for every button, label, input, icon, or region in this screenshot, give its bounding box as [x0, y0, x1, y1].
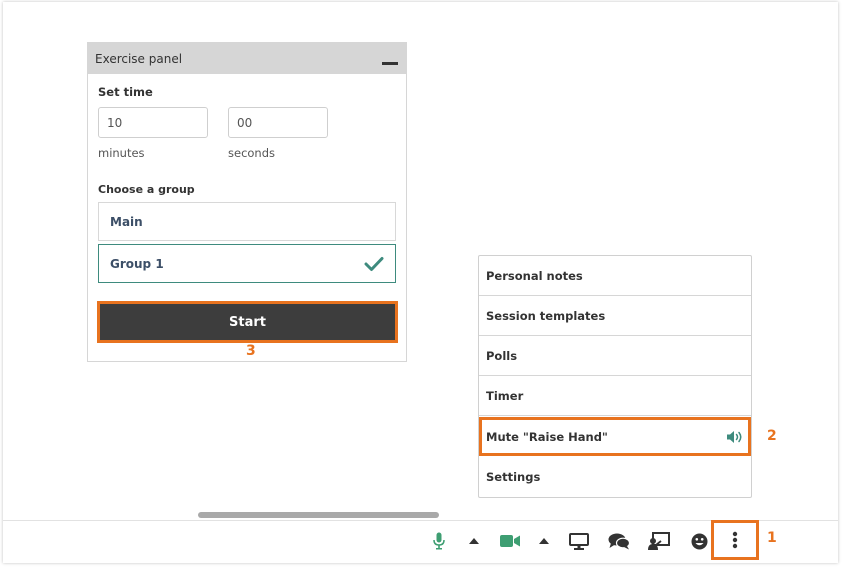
menu-item-label: Polls — [486, 348, 518, 363]
menu-item-timer[interactable]: Timer — [479, 376, 751, 416]
caret-up-icon[interactable] — [536, 520, 552, 562]
menu-item-polls[interactable]: Polls — [479, 336, 751, 376]
horizontal-scrollbar-thumb[interactable] — [198, 512, 439, 518]
callout-2: 2 — [767, 428, 777, 444]
menu-item-label: Mute "Raise Hand" — [486, 429, 608, 444]
camera-icon[interactable] — [499, 520, 521, 562]
choose-group-label: Choose a group — [98, 183, 195, 196]
menu-item-label: Personal notes — [486, 268, 583, 283]
menu-item-label: Settings — [486, 470, 541, 484]
callout-3: 3 — [246, 343, 256, 359]
callout-1: 1 — [767, 530, 777, 546]
screen-share-icon[interactable] — [568, 520, 590, 562]
group-option-label: Main — [110, 214, 143, 229]
seconds-label: seconds — [228, 146, 276, 160]
exercise-panel-header: Exercise panel — [88, 43, 406, 74]
menu-item-label: Session templates — [486, 308, 606, 323]
group-option-label: Group 1 — [110, 256, 164, 271]
menu-item-mute-raise-hand[interactable]: Mute "Raise Hand" — [479, 417, 751, 456]
more-options-highlight — [711, 520, 759, 560]
presenter-icon[interactable] — [647, 520, 671, 562]
menu-item-label: Timer — [486, 388, 524, 403]
seconds-input[interactable] — [228, 107, 328, 138]
caret-up-icon[interactable] — [466, 520, 482, 562]
group-option-main[interactable]: Main — [98, 202, 396, 241]
set-time-label: Set time — [98, 85, 153, 99]
exercise-panel-title: Exercise panel — [95, 51, 183, 66]
more-options-menu: Personal notes Session templates Polls T… — [478, 255, 752, 498]
chat-icon[interactable] — [607, 520, 631, 562]
start-button-highlight: Start — [97, 301, 398, 343]
menu-item-settings[interactable]: Settings — [479, 457, 751, 497]
minutes-label: minutes — [98, 146, 145, 160]
menu-item-personal-notes[interactable]: Personal notes — [479, 256, 751, 296]
check-icon — [364, 256, 384, 271]
exercise-panel: Exercise panel Set time minutes seconds … — [87, 42, 407, 362]
menu-item-session-templates[interactable]: Session templates — [479, 296, 751, 336]
minutes-input[interactable] — [98, 107, 208, 138]
start-button[interactable]: Start — [100, 304, 395, 340]
microphone-icon[interactable] — [430, 520, 448, 562]
group-option-group-1[interactable]: Group 1 — [98, 244, 396, 283]
speaker-icon — [727, 430, 742, 443]
more-vertical-icon[interactable] — [732, 531, 738, 549]
minimize-icon[interactable] — [382, 62, 398, 65]
emoji-icon[interactable] — [689, 520, 709, 562]
